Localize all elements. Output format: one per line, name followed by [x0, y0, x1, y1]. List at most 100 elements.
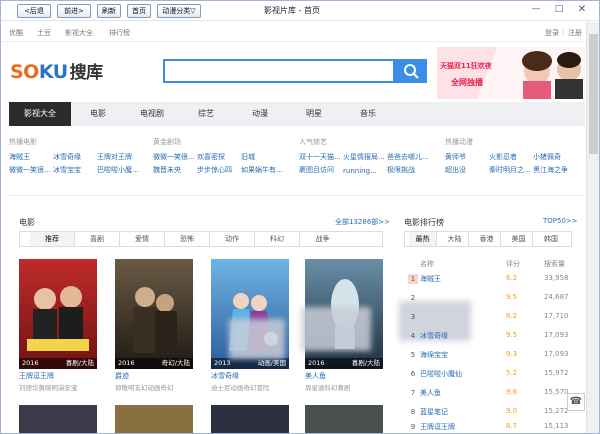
search-button[interactable]	[395, 59, 427, 83]
movie-title[interactable]: 美人鱼	[305, 371, 326, 381]
movie-title[interactable]: 爵迹	[115, 371, 129, 381]
movie-all-link[interactable]: 全部13286部>>	[335, 217, 390, 227]
tab-star[interactable]: 明星	[287, 102, 341, 126]
search-input[interactable]	[163, 59, 395, 83]
anime-category-button[interactable]: 动漫分类▽	[157, 4, 201, 18]
hot-link[interactable]: 冰雪奇缘	[53, 152, 97, 162]
rank-title[interactable]: 美人鱼	[420, 388, 441, 398]
maximize-icon[interactable]: □	[552, 4, 566, 14]
filter-war[interactable]: 战争	[300, 232, 345, 246]
tab-yingshi-daquan[interactable]: 影视大全	[9, 102, 71, 126]
tab-anime[interactable]: 动漫	[233, 102, 287, 126]
hot-link[interactable]: 步步惊心四	[197, 165, 241, 175]
back-button[interactable]: <后退	[17, 4, 51, 18]
hot-link[interactable]: 如果蜗牛有...	[241, 165, 285, 175]
rank-searches: 15,272	[544, 407, 569, 415]
ranking-row[interactable]: 2 9.5 24,687	[404, 291, 572, 306]
filter-recommend[interactable]: 推荐	[30, 232, 75, 246]
hot-link[interactable]: 爸爸去哪儿...	[387, 152, 431, 162]
hot-link[interactable]: 黑江海之争	[533, 165, 577, 175]
rank-tab-mainland[interactable]: 大陆	[441, 232, 469, 246]
ranking-row[interactable]: 6 巴啦啦小魔仙 5.2 15,972	[404, 367, 572, 382]
hot-link[interactable]: 欢喜密探	[197, 152, 241, 162]
ranking-row[interactable]: 4 冰雪奇缘 9.5 17,093	[404, 329, 572, 344]
hot-link[interactable]: 秦时明月之...	[489, 165, 533, 175]
hot-link[interactable]: 小猪佩奇	[533, 152, 577, 162]
movie-title[interactable]: 王牌逗王牌	[19, 371, 54, 381]
ranking-row[interactable]: 3 8.2 17,710	[404, 310, 572, 325]
rank-title[interactable]: 王牌逗王牌	[420, 422, 455, 432]
topnav-yingshi[interactable]: 影视大全	[65, 28, 93, 38]
login-link[interactable]: 登录	[545, 28, 559, 38]
rank-tab-korea[interactable]: 韩国	[537, 232, 565, 246]
rank-tab-usa[interactable]: 美国	[505, 232, 533, 246]
ranking-row[interactable]: 1 海贼王 6.2 33,958	[404, 272, 572, 287]
ranking-row[interactable]: 7 美人鱼 9.6 15,570	[404, 386, 572, 401]
hot-link[interactable]: 巴啦啦小魔...	[97, 165, 141, 175]
tmall-ad-banner[interactable]: 天猫双11狂欢夜 全网独播	[437, 47, 585, 99]
ranking-row[interactable]: 5 海绵宝宝 9.3 17,093	[404, 348, 572, 363]
hot-link[interactable]: 黄师爷	[445, 152, 489, 162]
tab-tv[interactable]: 电视剧	[125, 102, 179, 126]
rank-title[interactable]: 海绵宝宝	[420, 350, 448, 360]
close-icon[interactable]: ✕	[575, 4, 589, 15]
movie-poster[interactable]	[19, 405, 97, 433]
vertical-scrollbar[interactable]	[586, 22, 599, 433]
hot-link[interactable]: 微微一笑很...	[9, 165, 53, 175]
hot-link[interactable]: 魏晋未央	[153, 165, 197, 175]
refresh-button[interactable]: 刷新	[97, 4, 121, 18]
hot-link[interactable]: 火影忍者	[489, 152, 533, 162]
hot-link[interactable]: 微微一笑很...	[153, 152, 197, 162]
home-button[interactable]: 首页	[127, 4, 151, 18]
ranking-row[interactable]: 9 王牌逗王牌 8.7 15,113	[404, 420, 572, 433]
filter-horror[interactable]: 恐怖	[165, 232, 210, 246]
hot-link[interactable]: 裹图且访问	[299, 165, 343, 175]
filter-comedy[interactable]: 喜剧	[75, 232, 120, 246]
rank-tab-hot[interactable]: 最热	[409, 232, 437, 246]
soku-logo[interactable]: SOKU 搜库	[10, 58, 103, 83]
rank-searches: 17,710	[544, 312, 569, 320]
rank-tab-hongkong[interactable]: 香港	[473, 232, 501, 246]
tab-music[interactable]: 音乐	[341, 102, 395, 126]
movie-section-title: 电影	[19, 218, 35, 227]
movie-poster[interactable]	[305, 405, 383, 433]
ranking-header-searches: 搜索量	[544, 260, 565, 268]
movie-poster[interactable]: 2016 奇幻/大陆	[115, 259, 193, 369]
hot-link[interactable]: 超出没	[445, 165, 489, 175]
filter-romance[interactable]: 爱情	[120, 232, 165, 246]
ranking-more-link[interactable]: TOP50>>	[543, 217, 578, 225]
rank-title[interactable]: 巴啦啦小魔仙	[420, 369, 462, 379]
hot-link[interactable]: 王牌对王牌	[97, 152, 141, 162]
register-link[interactable]: 注册	[568, 28, 582, 38]
rank-title[interactable]: 冰雪奇缘	[420, 331, 448, 341]
rank-title[interactable]: 蓝星笔记	[420, 407, 448, 417]
movie-genre: 喜剧/大陆	[65, 359, 94, 367]
movie-poster[interactable]: 2016 喜剧/大陆	[19, 259, 97, 369]
ad-text-1: 天猫双11狂欢夜	[440, 62, 492, 70]
topnav-tudou[interactable]: 土豆	[37, 28, 51, 38]
headset-help-icon[interactable]: ☎	[567, 393, 585, 411]
filter-action[interactable]: 动作	[210, 232, 255, 246]
tab-movie[interactable]: 电影	[71, 102, 125, 126]
forward-button[interactable]: 前进>	[57, 4, 91, 18]
rank-title[interactable]: 海贼王	[420, 274, 441, 284]
hot-link[interactable]: 旧城	[241, 152, 285, 162]
hot-link[interactable]: 火星情报局...	[343, 152, 387, 162]
movie-poster[interactable]	[211, 405, 289, 433]
blur-overlay	[229, 319, 285, 359]
topnav-youku[interactable]: 优酷	[9, 28, 23, 38]
ranking-row[interactable]: 8 蓝星笔记 9.0 15,272	[404, 405, 572, 420]
scrollbar-thumb[interactable]	[589, 34, 598, 154]
hot-link[interactable]: 冰雪宝宝	[53, 165, 97, 175]
hot-link[interactable]: 极限挑战	[387, 165, 431, 175]
hot-link[interactable]: running...	[343, 167, 387, 175]
tab-variety[interactable]: 综艺	[179, 102, 233, 126]
minimize-icon[interactable]: —	[529, 4, 543, 14]
movie-poster[interactable]	[115, 405, 193, 433]
topnav-ranking[interactable]: 排行榜	[109, 28, 130, 38]
hot-link[interactable]: 海贼王	[9, 152, 53, 162]
hot-link[interactable]: 双十一天猫...	[299, 152, 343, 162]
section-divider	[9, 195, 585, 196]
movie-title[interactable]: 冰雪奇缘	[211, 371, 239, 381]
filter-scifi[interactable]: 科幻	[255, 232, 300, 246]
